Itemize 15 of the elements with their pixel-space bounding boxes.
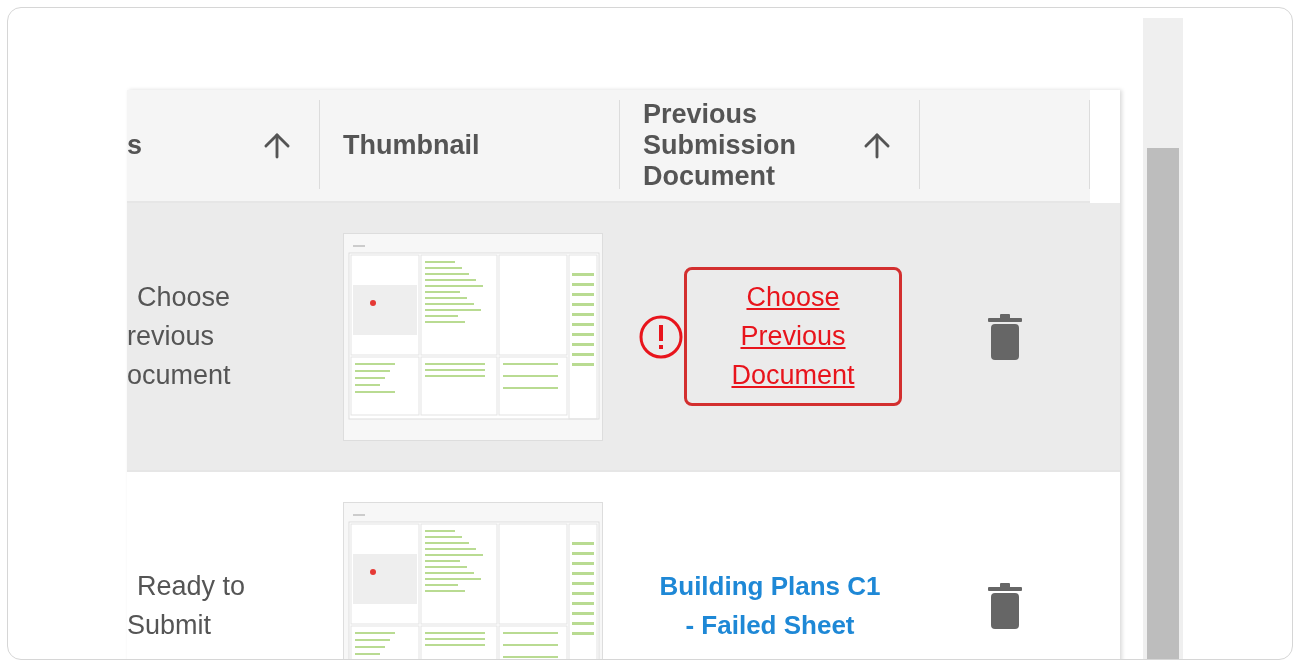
status-text: ocument bbox=[127, 359, 231, 392]
status-text: Ready to bbox=[136, 570, 246, 603]
status-text: Submit bbox=[127, 609, 213, 642]
document-link[interactable]: Building Plans C1 - Failed Sheet bbox=[652, 567, 888, 645]
delete-icon[interactable] bbox=[988, 313, 1022, 360]
status-text: Choose bbox=[136, 281, 231, 314]
scrollbar-thumb[interactable] bbox=[1147, 148, 1179, 659]
warning-icon bbox=[638, 313, 684, 360]
status-text: revious bbox=[127, 320, 216, 353]
delete-icon[interactable] bbox=[988, 583, 1022, 629]
column-header: s bbox=[127, 130, 144, 161]
scrollbar-track[interactable] bbox=[1143, 18, 1183, 659]
column-header: Thumbnail bbox=[343, 130, 481, 161]
choose-document-link[interactable]: Choose Previous Document bbox=[684, 267, 902, 406]
column-header: Previous Submission Document bbox=[643, 99, 798, 192]
